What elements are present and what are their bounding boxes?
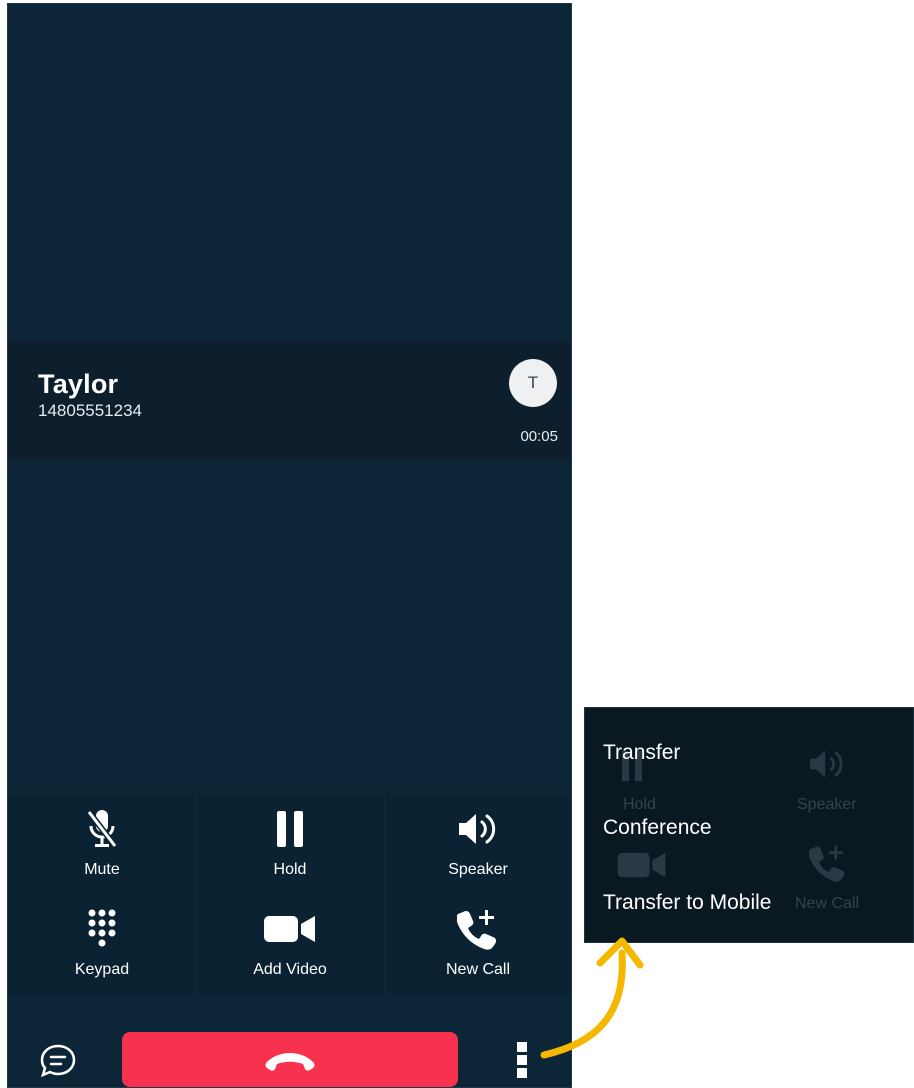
- add-video-button[interactable]: Add Video: [196, 894, 384, 994]
- pause-icon: [275, 806, 305, 852]
- end-call-button[interactable]: [122, 1032, 458, 1087]
- more-button[interactable]: [512, 1040, 532, 1080]
- ghost-hold-label: Hold: [623, 796, 656, 813]
- keypad-button[interactable]: Keypad: [8, 894, 196, 994]
- canvas: Taylor 14805551234 T 00:05 Mute Hold Spe…: [0, 0, 914, 1088]
- speaker-icon: [809, 750, 843, 778]
- call-screen: Taylor 14805551234 T 00:05 Mute Hold Spe…: [7, 3, 572, 1088]
- ghost-new-call-label: New Call: [795, 895, 860, 912]
- avatar: T: [509, 359, 557, 407]
- call-timer: 00:05: [520, 428, 558, 445]
- add-video-label: Add Video: [253, 961, 327, 978]
- mute-label: Mute: [84, 861, 120, 878]
- phone-add-icon: [809, 845, 845, 882]
- contact-number: 14805551234: [38, 401, 143, 420]
- speaker-label: Speaker: [448, 861, 508, 878]
- bottom-bar: [8, 994, 571, 1087]
- speaker-button[interactable]: Speaker: [384, 794, 571, 894]
- ghost-speaker-label: Speaker: [797, 796, 857, 813]
- contact-name: Taylor: [38, 369, 119, 399]
- mic-off-icon: [84, 806, 120, 852]
- hold-label: Hold: [273, 861, 307, 878]
- mute-button[interactable]: Mute: [8, 794, 196, 894]
- hold-button[interactable]: Hold: [196, 794, 384, 894]
- new-call-label: New Call: [445, 961, 510, 978]
- video-camera-icon: [617, 852, 666, 878]
- phone-hangup-icon: [265, 1052, 315, 1071]
- menu-item-transfer-to-mobile[interactable]: Transfer to Mobile: [603, 891, 771, 915]
- menu-item-conference[interactable]: Conference: [603, 816, 712, 840]
- call-controls: Mute Hold Speaker Keypad Add Video New C…: [8, 794, 571, 994]
- video-camera-icon: [263, 906, 317, 952]
- menu-item-transfer[interactable]: Transfer: [603, 741, 680, 765]
- more-options-menu: Hold Speaker New Call Transfer Conferenc…: [584, 707, 914, 943]
- contact-bar: Taylor 14805551234 T 00:05: [8, 341, 571, 461]
- chat-icon: [40, 1044, 76, 1078]
- speaker-icon: [456, 806, 500, 852]
- chat-button[interactable]: [38, 1043, 78, 1079]
- phone-add-icon: [457, 906, 499, 952]
- annotation-arrow-icon: [540, 937, 644, 1059]
- keypad-label: Keypad: [74, 961, 130, 978]
- keypad-icon: [84, 906, 120, 952]
- more-vertical-icon: [517, 1042, 527, 1078]
